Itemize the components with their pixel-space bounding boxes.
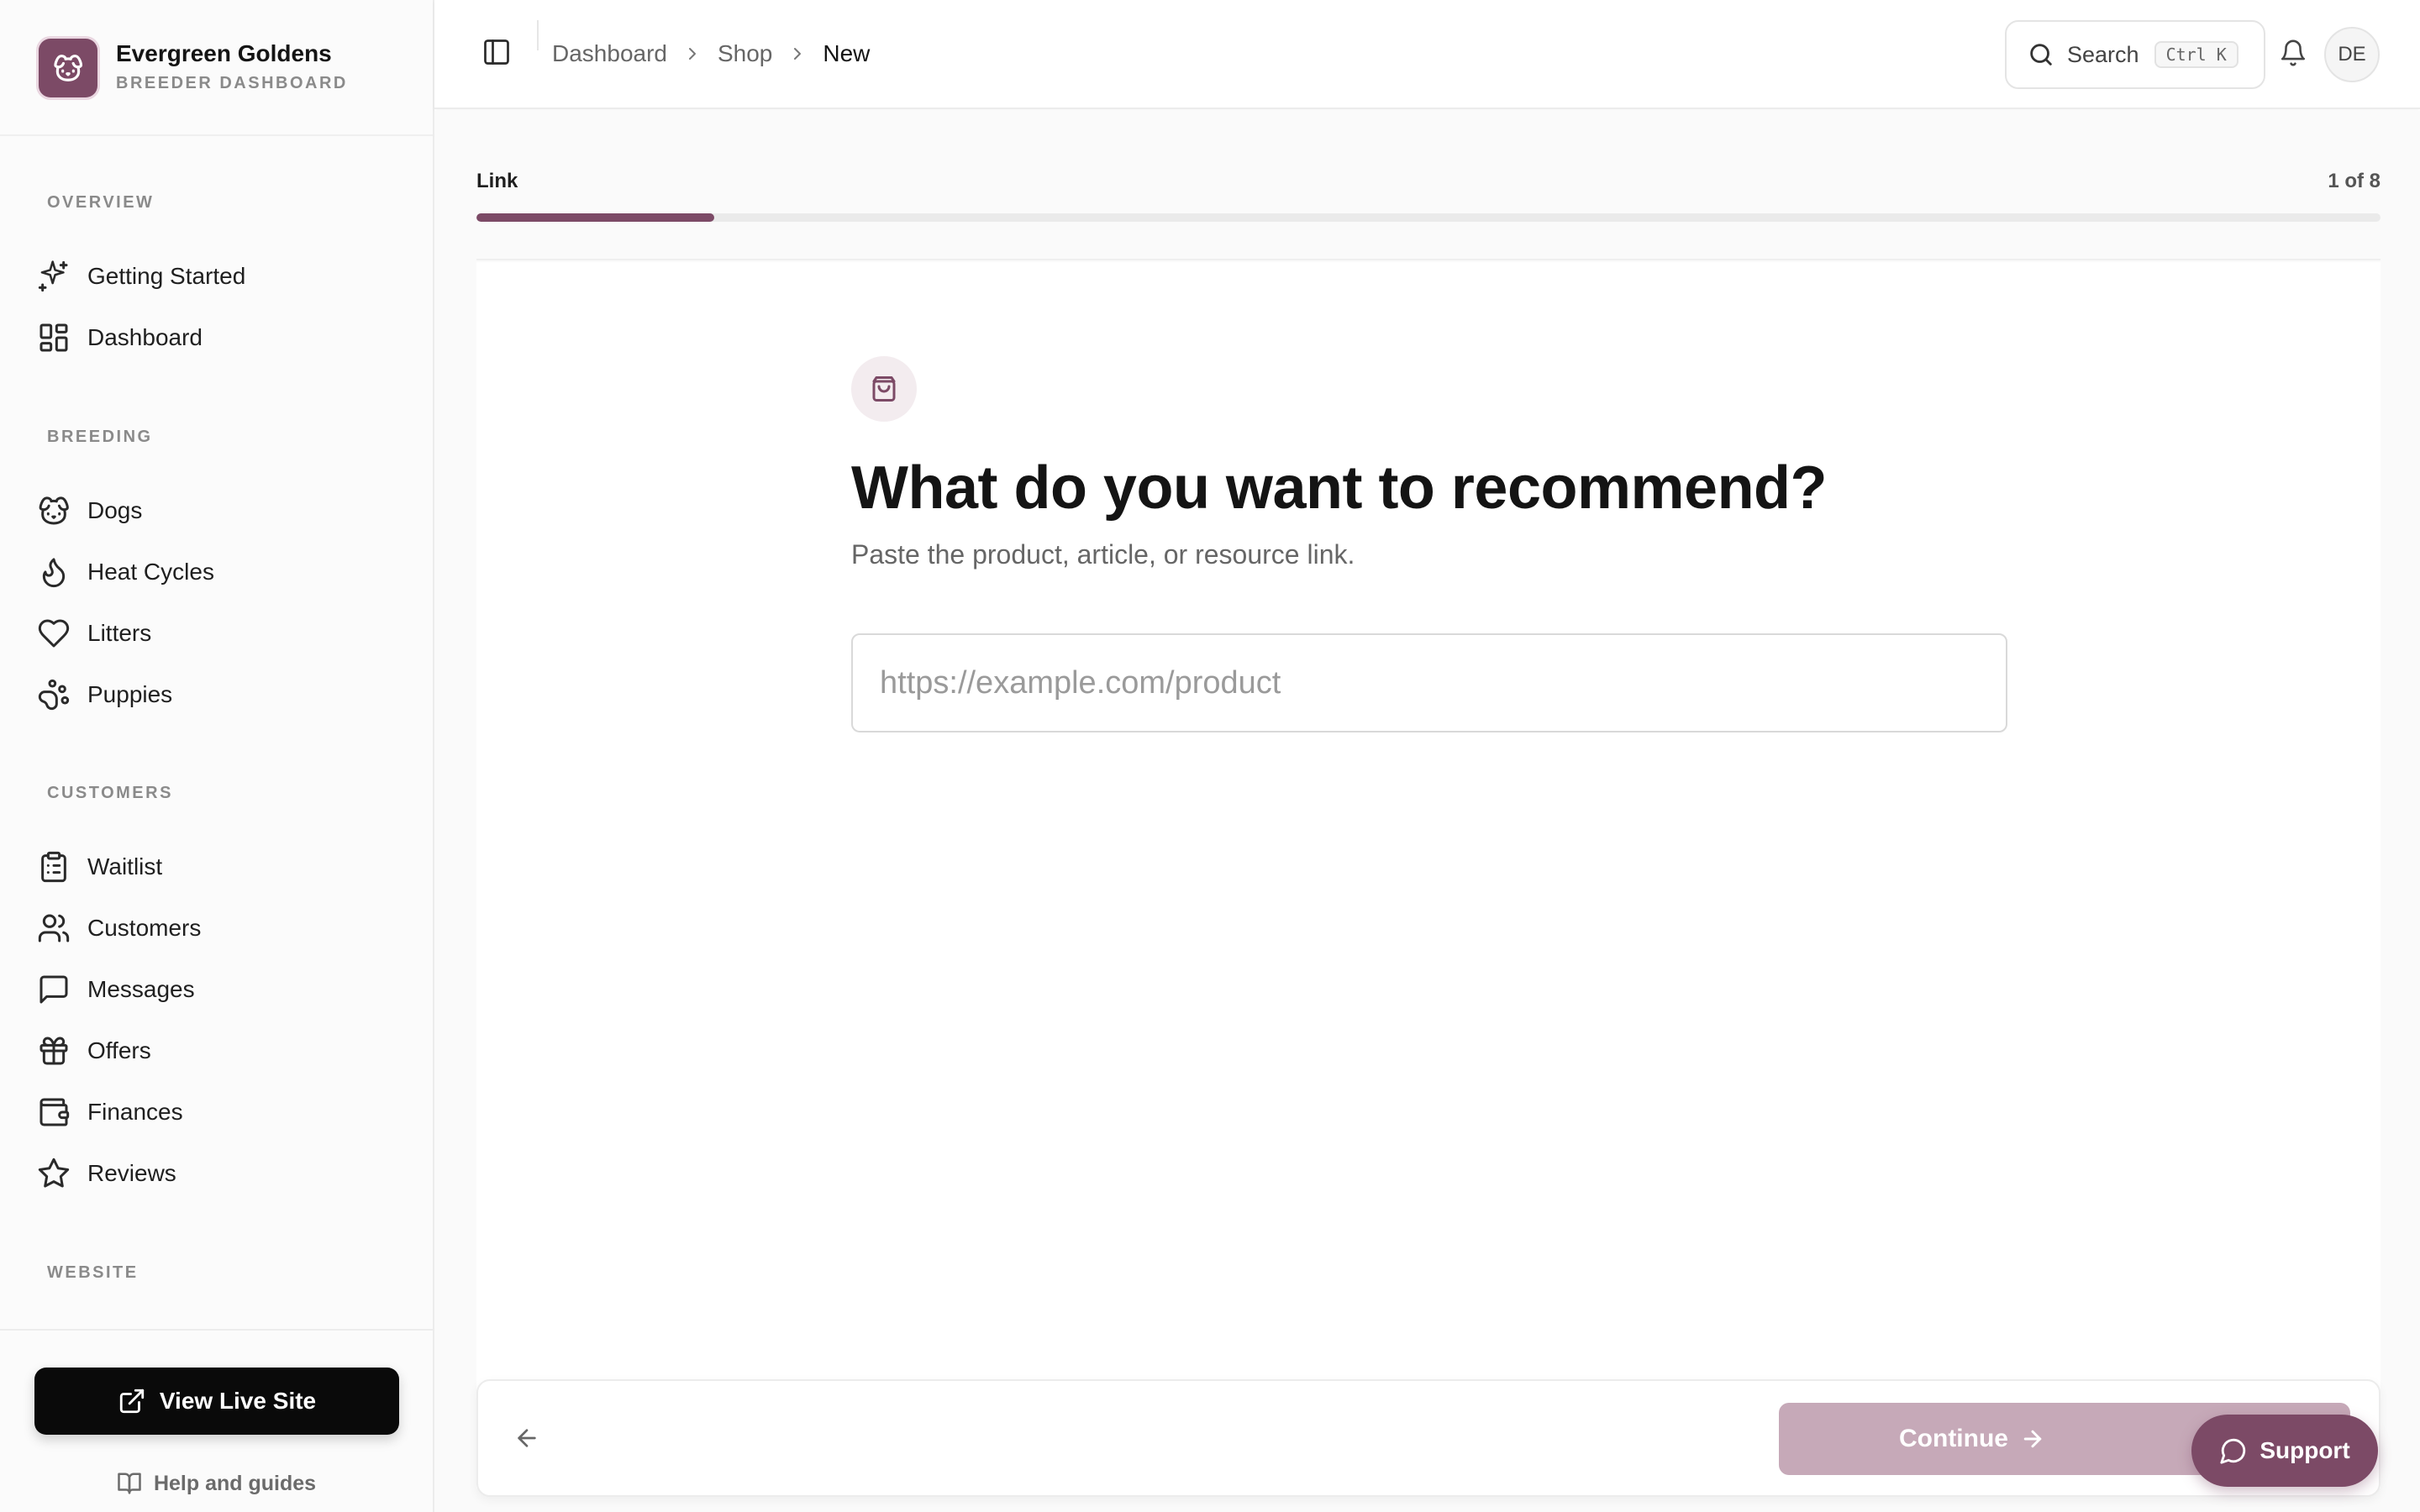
book-open-icon [117, 1471, 142, 1496]
chevron-right-icon [682, 44, 702, 64]
sidebar-item-dashboard[interactable]: Dashboard [25, 311, 408, 365]
clipboard-list-icon [37, 850, 71, 884]
sidebar-item-offers[interactable]: Offers [25, 1024, 408, 1078]
sidebar-item-label: Reviews [87, 1160, 176, 1186]
sidebar-item-finances[interactable]: Finances [25, 1085, 408, 1139]
sidebar-item-label: Waitlist [87, 853, 163, 879]
users-icon [37, 911, 71, 945]
flame-icon [37, 555, 71, 589]
dog-icon [37, 494, 71, 528]
sidebar-item-label: Heat Cycles [87, 559, 214, 585]
progress-track [476, 213, 2381, 222]
sidebar-item-label: Puppies [87, 681, 173, 707]
bell-icon [2279, 39, 2309, 67]
search-icon [2027, 40, 2055, 69]
arrow-left-icon [513, 1425, 544, 1452]
sidebar-item-label: Litters [87, 620, 152, 646]
view-live-site-label: View Live Site [159, 1388, 317, 1414]
sidebar-item-label: Dashboard [87, 324, 203, 350]
breadcrumb-shop[interactable]: Shop [718, 40, 772, 67]
sidebar-item-label: Dogs [87, 497, 143, 523]
sidebar-item-getting-started[interactable]: Getting Started [25, 249, 408, 303]
sparkles-icon [37, 260, 71, 293]
sidebar-toggle-button[interactable] [481, 37, 515, 71]
search-label: Search [2067, 41, 2139, 67]
wizard-step-card: What do you want to recommend? Paste the… [476, 262, 2381, 1488]
section-label-website: WEBSITE [47, 1263, 139, 1282]
sidebar-item-label: Messages [87, 976, 195, 1002]
sidebar-item-label: Finances [87, 1099, 183, 1125]
header-divider [537, 20, 539, 50]
back-button[interactable] [513, 1425, 544, 1455]
message-square-icon [37, 973, 71, 1006]
breadcrumb-dashboard[interactable]: Dashboard [552, 40, 667, 67]
view-live-site-button[interactable]: View Live Site [34, 1368, 399, 1435]
panel-left-icon [481, 37, 515, 67]
sidebar-item-waitlist[interactable]: Waitlist [25, 840, 408, 894]
wizard-footer: Continue [476, 1379, 2381, 1497]
step-count: 1 of 8 [2328, 170, 2381, 192]
external-link-icon [118, 1387, 146, 1415]
brand-subtitle: BREEDER DASHBOARD [116, 74, 348, 92]
notifications-button[interactable] [2279, 39, 2309, 69]
avatar[interactable]: DE [2324, 27, 2380, 82]
message-circle-icon [2219, 1436, 2248, 1465]
sidebar-item-reviews[interactable]: Reviews [25, 1147, 408, 1200]
paw-icon [37, 678, 71, 711]
step-label: Link [476, 170, 518, 192]
progress-fill [476, 213, 715, 222]
help-and-guides-label: Help and guides [153, 1471, 317, 1495]
wallet-icon [37, 1095, 71, 1129]
heart-icon [37, 617, 71, 650]
top-header: Dashboard Shop New Search Ctrl K DE [434, 0, 2420, 109]
layout-grid-icon [37, 321, 71, 354]
arrow-right-icon [2020, 1426, 2045, 1452]
section-label-breeding: BREEDING [47, 428, 153, 446]
support-button[interactable]: Support [2191, 1415, 2378, 1487]
sidebar-item-litters[interactable]: Litters [25, 606, 408, 660]
sidebar-item-heat-cycles[interactable]: Heat Cycles [25, 545, 408, 599]
help-and-guides-link[interactable]: Help and guides [0, 1467, 433, 1500]
continue-label: Continue [1899, 1425, 2008, 1452]
sidebar-item-label: Offers [87, 1037, 151, 1063]
brand-name: Evergreen Goldens [116, 40, 332, 66]
support-label: Support [2260, 1437, 2350, 1463]
sidebar-footer: View Live Site Help and guides [0, 1329, 433, 1512]
gift-icon [37, 1034, 71, 1068]
sidebar-item-label: Customers [87, 915, 202, 941]
shopping-bag-icon [851, 356, 917, 422]
section-label-overview: OVERVIEW [47, 193, 155, 212]
brand-logo[interactable] [39, 39, 97, 97]
sidebar-item-dogs[interactable]: Dogs [25, 484, 408, 538]
sidebar: Evergreen Goldens BREEDER DASHBOARD OVER… [0, 0, 434, 1512]
step-title: What do you want to recommend? [851, 454, 1828, 522]
main-content: Link 1 of 8 What do you want to recommen… [434, 111, 2420, 1512]
breadcrumb: Dashboard Shop New [552, 37, 870, 71]
wizard-progress: Link 1 of 8 [476, 111, 2381, 260]
sidebar-item-customers[interactable]: Customers [25, 901, 408, 955]
search-button[interactable]: Search Ctrl K [2005, 20, 2265, 89]
breadcrumb-new: New [823, 40, 871, 66]
chevron-right-icon [787, 44, 808, 64]
section-label-customers: CUSTOMERS [47, 784, 173, 802]
step-subtitle: Paste the product, article, or resource … [851, 539, 1355, 570]
url-input[interactable] [851, 633, 2007, 732]
sidebar-item-puppies[interactable]: Puppies [25, 668, 408, 722]
sidebar-item-messages[interactable]: Messages [25, 963, 408, 1016]
star-icon [37, 1157, 71, 1190]
dog-icon [52, 52, 84, 84]
sidebar-item-label: Getting Started [87, 263, 246, 289]
search-shortcut: Ctrl K [2154, 41, 2238, 68]
brand-header: Evergreen Goldens BREEDER DASHBOARD [0, 0, 433, 136]
